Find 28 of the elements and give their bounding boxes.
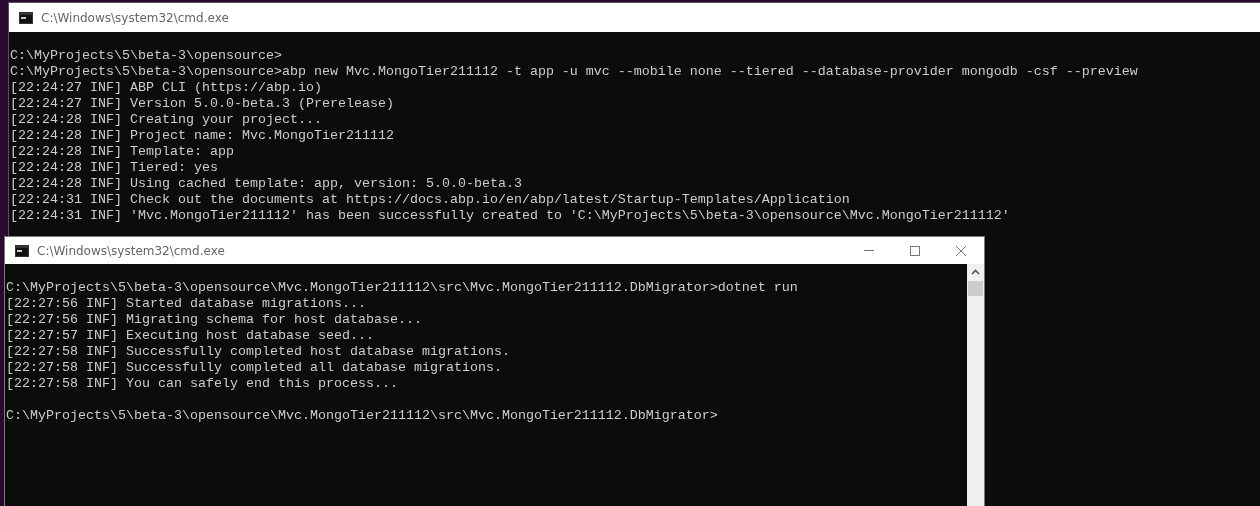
console-line: [22:27:58 INF] Successfully completed host database migrations. bbox=[6, 344, 510, 359]
console-line: [22:27:58 INF] Successfully completed all database migrations. bbox=[6, 360, 502, 375]
console-line: [22:27:56 INF] Migrating schema for host database... bbox=[6, 312, 422, 327]
console-line: [22:24:28 INF] Tiered: yes bbox=[10, 160, 218, 175]
console-icon bbox=[19, 11, 33, 24]
scrollbar[interactable] bbox=[967, 264, 984, 506]
console-icon bbox=[15, 244, 29, 257]
console-line: [22:24:31 INF] 'Mvc.MongoTier211112' has been successfully created to 'C:\MyProjects\5\beta-3\opensource\Mvc.MongoTier211112' bbox=[10, 208, 1010, 223]
console-line: C:\MyProjects\5\beta-3\opensource> bbox=[10, 48, 282, 63]
console-line: [22:27:56 INF] Started database migrations... bbox=[6, 296, 366, 311]
console-line: [22:27:58 INF] You can safely end this process... bbox=[6, 376, 398, 391]
console-line: [22:24:27 INF] ABP CLI (https://abp.io) bbox=[10, 80, 322, 95]
maximize-icon bbox=[910, 245, 920, 256]
window-title: C:\Windows\system32\cmd.exe bbox=[41, 10, 229, 25]
console-line: [22:24:27 INF] Version 5.0.0-beta.3 (Prerelease) bbox=[10, 96, 394, 111]
minimize-icon bbox=[864, 250, 874, 251]
console-line: [22:27:57 INF] Executing host database seed... bbox=[6, 328, 374, 343]
window-title: C:\Windows\system32\cmd.exe bbox=[37, 243, 225, 258]
console-line: C:\MyProjects\5\beta-3\opensource\Mvc.MongoTier211112\src\Mvc.MongoTier211112.DbMigrator>dotnet run bbox=[6, 280, 798, 295]
console-line: C:\MyProjects\5\beta-3\opensource>abp new Mvc.MongoTier211112 -t app -u mvc --mobile none --tiered --database-provider mongodb -csf --preview bbox=[10, 64, 1138, 79]
console-line: [22:24:28 INF] Using cached template: app, version: 5.0.0-beta.3 bbox=[10, 176, 522, 191]
console-line: C:\MyProjects\5\beta-3\opensource\Mvc.MongoTier211112\src\Mvc.MongoTier211112.DbMigrator> bbox=[6, 408, 718, 423]
console-line: [22:24:28 INF] Project name: Mvc.MongoTier211112 bbox=[10, 128, 394, 143]
close-icon bbox=[956, 245, 966, 256]
console-line: [22:24:31 INF] Check out the documents at https://docs.abp.io/en/abp/latest/Startup-Templates/Application bbox=[10, 192, 850, 207]
console-line: [22:24:28 INF] Template: app bbox=[10, 144, 234, 159]
console-line: [22:24:28 INF] Creating your project... bbox=[10, 112, 322, 127]
scroll-thumb[interactable] bbox=[968, 281, 983, 296]
